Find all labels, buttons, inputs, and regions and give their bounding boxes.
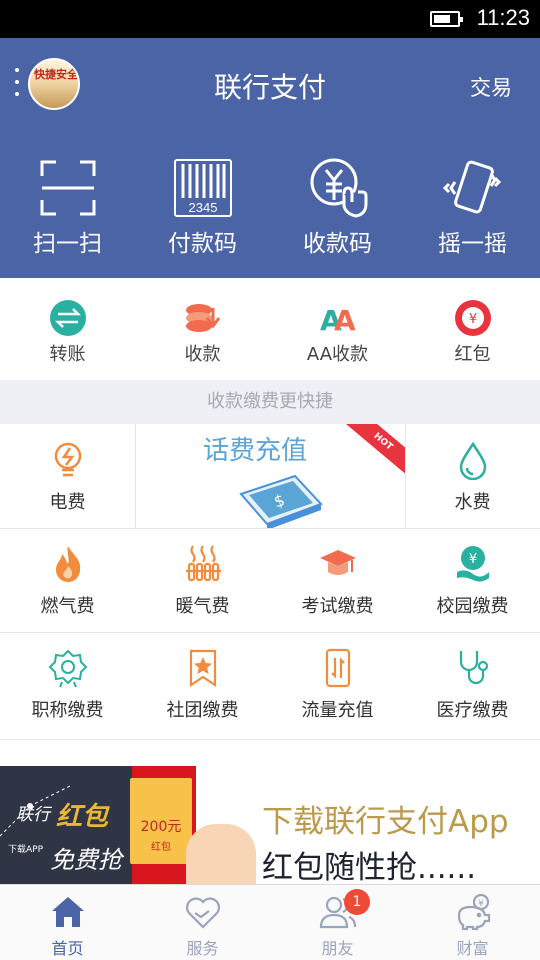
data-recharge-label: 流量充值	[301, 700, 374, 721]
water-drop-icon	[459, 441, 486, 480]
barcode-icon: 2345	[173, 159, 232, 217]
section-banner: 收款缴费更快捷	[0, 380, 540, 424]
receive-money-button[interactable]: 收款	[135, 278, 270, 380]
graduation-cap-icon	[319, 550, 356, 575]
data-phone-icon	[325, 648, 350, 688]
medical-fee-button[interactable]: 医疗缴费	[405, 632, 540, 736]
tab-friends-label: 朋友	[321, 939, 354, 958]
transfer-label: 转账	[49, 344, 86, 365]
stethoscope-icon	[459, 651, 488, 685]
electricity-icon	[54, 442, 81, 477]
function-row: 转账 收款 A A AA收款 ¥ 红包	[0, 278, 540, 380]
page-title: 联行支付	[213, 71, 326, 104]
tab-friends[interactable]: 1 朋友	[270, 885, 405, 960]
shake-label: 摇一摇	[438, 231, 507, 257]
transfer-button[interactable]: 转账	[0, 278, 135, 380]
shake-phone-icon	[442, 160, 501, 214]
tab-wealth-label: 财富	[456, 939, 489, 958]
banner-title: 下载联行支付App	[262, 804, 509, 840]
receive-money-icon	[185, 304, 220, 332]
service-grid: 电费 话费充值 HOT $ 水费 燃气费 暖气费 考试缴费 ¥ 校园缴费 职称缴…	[0, 424, 540, 740]
friends-badge: 1	[344, 889, 370, 915]
heater-icon	[185, 545, 221, 582]
heating-label: 暖气费	[175, 596, 230, 617]
piggy-bank-icon: ¥	[457, 893, 490, 931]
red-packet-button[interactable]: ¥ 红包	[405, 278, 540, 380]
heating-button[interactable]: 暖气费	[135, 528, 270, 632]
envelope-amount: 200元	[140, 819, 182, 835]
app-header: 快捷安全 联行支付 交易	[0, 38, 540, 126]
banner-left-highlight: 红包	[56, 802, 109, 832]
yuan-tap-icon	[310, 158, 367, 218]
data-recharge-button[interactable]: 流量充值	[270, 632, 405, 736]
receive-code-label: 收款码	[303, 231, 372, 257]
exam-fee-button[interactable]: 考试缴费	[270, 528, 405, 632]
club-fee-label: 社团缴费	[166, 700, 239, 721]
status-time: 11:23	[476, 5, 530, 30]
red-packet-label: 红包	[454, 344, 491, 365]
pay-code-button[interactable]: 2345 付款码	[135, 126, 270, 278]
svg-text:A: A	[334, 304, 356, 337]
tab-services[interactable]: 服务	[135, 885, 270, 960]
shake-button[interactable]: 摇一摇	[405, 126, 540, 278]
tab-home-label: 首页	[51, 939, 84, 958]
home-icon	[51, 897, 84, 927]
water-button[interactable]: 水费	[405, 424, 540, 528]
scan-label: 扫一扫	[33, 231, 102, 257]
bottom-tab-bar: 首页 服务 1 朋友 ¥ 财富	[0, 884, 540, 960]
scan-button[interactable]: 扫一扫	[0, 126, 135, 278]
download-banner[interactable]: 联行 红包 下载APP 免费抢 200元 红包 下载联行支付App 红包随性抢.…	[0, 766, 540, 884]
svg-text:¥: ¥	[468, 312, 476, 327]
tab-services-label: 服务	[186, 939, 219, 958]
receive-money-label: 收款	[184, 344, 221, 365]
pay-code-label: 付款码	[168, 231, 237, 257]
battery-icon	[430, 11, 463, 27]
phone-recharge-promo[interactable]: 话费充值 HOT $	[135, 424, 405, 528]
banner-left-small: 下载APP	[8, 845, 44, 855]
campus-yuan-icon: ¥	[456, 546, 489, 582]
water-label: 水费	[454, 492, 491, 513]
barcode-digits: 2345	[188, 200, 217, 215]
red-packet-icon: ¥	[454, 300, 491, 336]
aa-icon: A A	[320, 304, 356, 337]
club-fee-button[interactable]: 社团缴费	[135, 632, 270, 736]
hand-illustration	[186, 824, 256, 884]
banner-subtitle: 红包随性抢......	[262, 850, 477, 884]
transfer-icon	[49, 300, 86, 336]
quick-actions: 扫一扫 2345 付款码 收款码 摇一摇	[0, 126, 540, 278]
phone-money-icon: $	[239, 474, 323, 528]
tab-home[interactable]: 首页	[0, 885, 135, 960]
title-fee-label: 职称缴费	[31, 700, 104, 721]
svg-text:¥: ¥	[468, 552, 476, 567]
electricity-button[interactable]: 电费	[0, 424, 135, 528]
aa-receive-button[interactable]: A A AA收款	[270, 278, 405, 380]
envelope-label: 红包	[151, 842, 171, 853]
aa-receive-label: AA收款	[306, 344, 369, 365]
trade-button[interactable]: 交易	[470, 72, 512, 102]
badge-medal-icon	[48, 649, 87, 688]
scan-icon	[40, 160, 95, 216]
gas-button[interactable]: 燃气费	[0, 528, 135, 632]
heart-icon	[185, 897, 220, 929]
envelope-card: 200元 红包	[130, 778, 192, 864]
banner-left-panel: 联行 红包 下载APP 免费抢	[0, 766, 132, 884]
star-bookmark-icon	[189, 649, 216, 688]
title-fee-button[interactable]: 职称缴费	[0, 632, 135, 736]
electricity-label: 电费	[49, 492, 86, 513]
promo-title: 话费充值	[202, 436, 307, 466]
banner-left-prefix: 联行	[16, 805, 50, 825]
exam-fee-label: 考试缴费	[301, 596, 374, 617]
status-bar: 11:23	[0, 0, 540, 38]
flame-icon	[55, 546, 80, 582]
banner-left-line2: 免费抢	[50, 846, 122, 874]
campus-fee-label: 校园缴费	[436, 596, 509, 617]
medical-fee-label: 医疗缴费	[436, 700, 509, 721]
tab-wealth[interactable]: ¥ 财富	[405, 885, 540, 960]
receive-code-button[interactable]: 收款码	[270, 126, 405, 278]
campus-fee-button[interactable]: ¥ 校园缴费	[405, 528, 540, 632]
gas-label: 燃气费	[40, 596, 95, 617]
